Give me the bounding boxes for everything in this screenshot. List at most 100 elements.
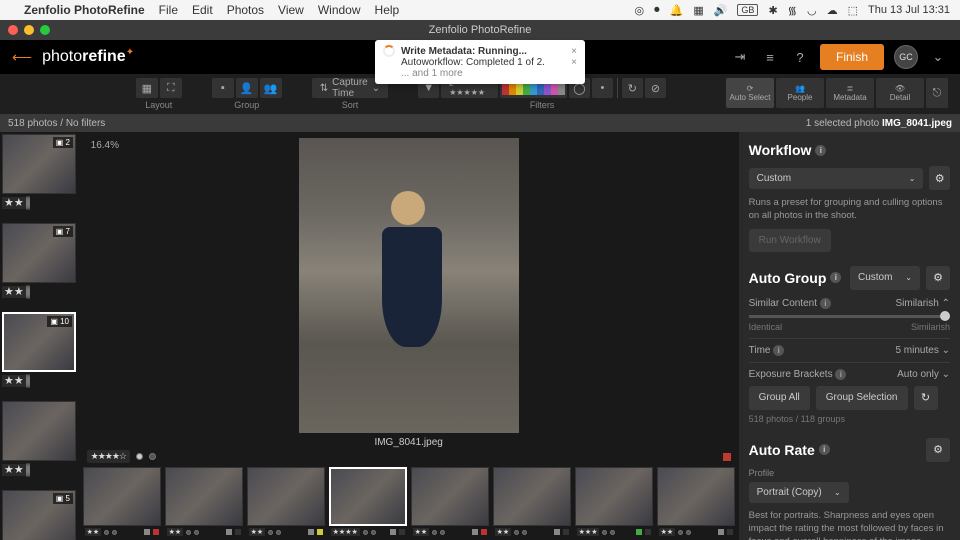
left-filmstrip[interactable]: ▣ 2★★▣ 7★★▣ 10★★★★▣ 5★★ <box>0 132 79 540</box>
center-view: 16.4% IMG_8041.jpeg ★★★★☆ ★★★★★★★★★★★★★★… <box>79 132 739 540</box>
tab-detail[interactable]: 👁Detail <box>876 78 924 108</box>
disable-icon[interactable]: ⊘ <box>645 78 666 98</box>
slider-icon[interactable]: ≡ <box>760 47 780 67</box>
workflow-preset-dropdown[interactable]: Custom⌄ <box>749 168 924 189</box>
avatar[interactable]: GC <box>894 45 918 69</box>
menubar-app-name[interactable]: Zenfolio PhotoRefine <box>24 3 145 17</box>
battery-icon[interactable]: ◡ <box>807 4 817 17</box>
info-icon: i <box>820 298 831 309</box>
similar-content-row[interactable]: Similar Content i Similarish ⌃ <box>749 298 950 309</box>
menubar-datetime[interactable]: Thu 13 Jul 13:31 <box>868 4 950 16</box>
menu-edit[interactable]: Edit <box>192 3 213 17</box>
group-selection-button[interactable]: Group Selection <box>816 386 908 410</box>
tab-auto-select[interactable]: ⟳Auto Select <box>726 78 774 108</box>
gear-icon[interactable]: ⚙ <box>926 266 950 290</box>
dot-toggle[interactable] <box>136 453 143 460</box>
group-person-icon[interactable]: 👤 <box>236 78 258 98</box>
status-icon[interactable]: ⏺ <box>654 4 660 17</box>
close-icon[interactable]: × <box>571 46 577 57</box>
bottom-thumb[interactable]: ★★ <box>411 467 489 538</box>
back-arrow-icon[interactable]: ⟵ <box>12 49 32 66</box>
menu-photos[interactable]: Photos <box>227 3 264 17</box>
gear-icon[interactable]: ⚙ <box>926 438 950 462</box>
bottom-thumb[interactable]: ★★ <box>247 467 325 538</box>
refresh-icon[interactable]: ↻ <box>622 78 643 98</box>
help-icon[interactable]: ? <box>790 47 810 67</box>
auto-rate-section: Auto Ratei ⚙ Profile Portrait (Copy)⌄ Be… <box>749 438 950 540</box>
bottom-thumb[interactable]: ★★★ <box>575 467 653 538</box>
refresh-icon[interactable]: ↻ <box>914 386 938 410</box>
flag-icon[interactable] <box>723 453 731 461</box>
window-zoom-icon[interactable] <box>40 25 50 35</box>
status-icon[interactable]: 🔊 <box>714 4 728 17</box>
status-icon[interactable]: ▦ <box>693 4 703 17</box>
autogroup-preset-dropdown[interactable]: Custom⌄ <box>850 266 920 290</box>
bluetooth-icon[interactable]: ✱ <box>768 4 777 17</box>
dot-filter-icon[interactable]: • <box>592 78 613 98</box>
filename-label: IMG_8041.jpeg <box>374 437 442 448</box>
wifi-icon[interactable]: ᯾ <box>788 3 797 18</box>
menu-view[interactable]: View <box>278 3 304 17</box>
menu-window[interactable]: Window <box>318 3 361 17</box>
tab-metadata[interactable]: ≣Metadata <box>826 78 874 108</box>
time-row[interactable]: Time i 5 minutes ⌄ <box>749 338 950 356</box>
spinner-icon <box>383 45 395 57</box>
group-single-icon[interactable]: ▪ <box>212 78 234 98</box>
group-summary: 518 photos / 118 groups <box>749 414 950 424</box>
window-close-icon[interactable] <box>8 25 18 35</box>
export-icon[interactable]: ⇥ <box>730 47 750 67</box>
info-icon[interactable]: i <box>830 272 841 283</box>
workflow-section: Workflowi Custom⌄ ⚙ Runs a preset for gr… <box>749 142 950 252</box>
exposure-row[interactable]: Exposure Brackets i Auto only ⌄ <box>749 362 950 380</box>
dot-toggle[interactable] <box>149 453 156 460</box>
profile-dropdown[interactable]: Portrait (Copy)⌄ <box>749 482 849 503</box>
main-image[interactable] <box>299 138 519 433</box>
notification-line1: Write Metadata: Running... <box>401 46 527 57</box>
tab-export-icon[interactable]: ⎋ <box>926 78 948 108</box>
control-center-icon[interactable]: ⬚ <box>848 4 858 17</box>
window-minimize-icon[interactable] <box>24 25 34 35</box>
left-thumb[interactable] <box>2 401 76 461</box>
group-all-button[interactable]: Group All <box>749 386 810 410</box>
menu-file[interactable]: File <box>159 3 178 17</box>
bottom-thumb[interactable]: ★★ <box>493 467 571 538</box>
left-thumb[interactable]: ▣ 7 <box>2 223 76 283</box>
finish-button[interactable]: Finish <box>820 44 884 70</box>
bottom-filmstrip[interactable]: ★★★★★★★★★★★★★★★★★★★ <box>79 465 739 540</box>
bottom-thumb[interactable]: ★★ <box>657 467 735 538</box>
bottom-thumb[interactable]: ★★★★ <box>329 467 407 538</box>
group-people-icon[interactable]: 👥 <box>260 78 282 98</box>
input-source-icon[interactable]: GB <box>737 4 758 16</box>
group-label: Group <box>234 100 259 110</box>
info-icon[interactable]: i <box>815 145 826 156</box>
info-icon: i <box>835 369 846 380</box>
tab-people[interactable]: 👥People <box>776 78 824 108</box>
gear-icon[interactable]: ⚙ <box>929 166 950 190</box>
right-panel: Workflowi Custom⌄ ⚙ Runs a preset for gr… <box>739 132 960 540</box>
chevron-down-icon[interactable]: ⌄ <box>928 47 948 67</box>
status-icon[interactable]: ◎ <box>635 4 645 17</box>
grid-view-icon[interactable]: ▦ <box>136 78 158 98</box>
menu-help[interactable]: Help <box>375 3 400 17</box>
status-icon[interactable]: 🔔 <box>670 4 684 17</box>
selection-status: 1 selected photo IMG_8041.jpeg <box>806 118 952 129</box>
left-thumb[interactable]: ▣ 2 <box>2 134 76 194</box>
auto-group-title: Auto Group <box>749 270 827 286</box>
weather-icon[interactable]: ☁ <box>827 4 838 17</box>
bottom-thumb[interactable]: ★★ <box>165 467 243 538</box>
left-thumb[interactable]: ▣ 5 <box>2 490 76 540</box>
workflow-title: Workflow <box>749 142 812 158</box>
window-titlebar: Zenfolio PhotoRefine <box>0 20 960 40</box>
sort-label: Sort <box>342 100 359 110</box>
logo: photorefine✦ <box>42 48 134 66</box>
info-icon[interactable]: i <box>819 444 830 455</box>
auto-group-section: Auto Groupi Custom⌄ ⚙ Similar Content i … <box>749 266 950 424</box>
bottom-thumb[interactable]: ★★ <box>83 467 161 538</box>
left-thumb[interactable]: ▣ 10 <box>2 312 76 372</box>
run-workflow-button[interactable]: Run Workflow <box>749 229 831 252</box>
similar-slider[interactable] <box>749 315 950 318</box>
fullscreen-icon[interactable]: ⛶ <box>160 78 182 98</box>
star-rating[interactable]: ★★★★☆ <box>87 450 130 463</box>
notification-popup: Write Metadata: Running... × Autoworkflo… <box>375 40 585 84</box>
close-icon[interactable]: × <box>571 57 577 68</box>
